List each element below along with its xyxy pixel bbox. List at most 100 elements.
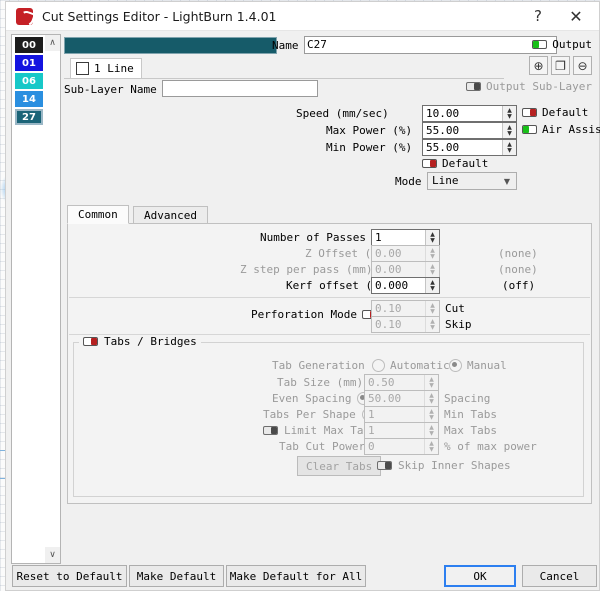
layer-list-scroll-down[interactable]: ∨ — [45, 547, 60, 563]
tabs-per-shape-label: Tabs Per Shape — [263, 408, 356, 421]
speed-default-toggle[interactable] — [522, 108, 537, 117]
z-step-label-wrap: Z step per pass (mm) — [240, 263, 372, 276]
perforation-skip-spinner: ▲▼ — [425, 317, 439, 332]
passes-spinner[interactable]: ▲▼ — [425, 230, 439, 245]
layer-chip-14[interactable]: 14 — [15, 91, 43, 107]
z-step-input: 0.00 ▲▼ — [371, 261, 440, 278]
speed-input[interactable]: 10.00 ▲▼ — [422, 105, 517, 122]
speed-label-wrap: Speed (mm/sec) — [296, 107, 389, 120]
max-power-spinner[interactable]: ▲▼ — [502, 123, 516, 138]
speed-spinner[interactable]: ▲▼ — [502, 106, 516, 121]
speed-default-label: Default — [542, 106, 588, 119]
layer-list[interactable]: ∧ 00 01 06 14 27 ∨ — [11, 34, 61, 564]
make-default-for-all-button[interactable]: Make Default for All — [226, 565, 366, 587]
cut-settings-editor-dialog: Cut Settings Editor - LightBurn 1.4.01 ?… — [5, 1, 600, 591]
output-toggle[interactable] — [532, 40, 547, 49]
output-sublayer-toggle[interactable] — [466, 82, 481, 91]
copy-sublayer-icon[interactable]: ❐ — [551, 56, 570, 75]
layer-name-input[interactable]: C27 — [304, 36, 557, 54]
kerf-spinner[interactable]: ▲▼ — [425, 278, 439, 293]
tabs-bridges-group: Tabs / Bridges Tab Generation Automatic … — [73, 342, 584, 497]
min-power-input[interactable]: 55.00 ▲▼ — [422, 139, 517, 156]
layer-chip-27[interactable]: 27 — [15, 109, 43, 125]
layer-list-scroll-up[interactable]: ∧ — [45, 35, 60, 51]
add-sublayer-icon[interactable]: ⊕ — [529, 56, 548, 75]
dialog-footer: Reset to Default Make Default Make Defau… — [9, 565, 596, 587]
percent-of-max-power-label: % of max power — [444, 440, 537, 453]
limit-max-tabs-toggle[interactable] — [263, 426, 278, 435]
tabs-per-shape-input: 1 ▲▼ — [364, 406, 439, 423]
z-offset-input: 0.00 ▲▼ — [371, 245, 440, 262]
skip-inner-shapes-row[interactable]: Skip Inner Shapes — [377, 459, 511, 472]
z-offset-spinner: ▲▼ — [425, 246, 439, 261]
automatic-radio-row[interactable]: Automatic — [372, 359, 450, 372]
tab-cut-power-label-wrap: Tab Cut Power — [279, 440, 365, 453]
air-assist-toggle[interactable] — [522, 125, 537, 134]
perforation-skip-input: 0.10 ▲▼ — [371, 316, 440, 333]
tab-common[interactable]: Common — [67, 205, 129, 224]
help-button[interactable]: ? — [521, 2, 555, 30]
even-spacing-row[interactable]: Even Spacing — [272, 392, 370, 405]
air-assist-row[interactable]: Air Assist — [522, 123, 600, 136]
max-tabs-label: Max Tabs — [444, 424, 497, 437]
max-power-value: 55.00 — [423, 123, 502, 138]
limit-max-tabs-row[interactable]: Limit Max Tabs — [263, 424, 377, 437]
automatic-radio[interactable] — [372, 359, 385, 372]
kerf-input[interactable]: 0.000 ▲▼ — [371, 277, 440, 294]
settings-tab-bar: Common Advanced — [67, 205, 592, 224]
perforation-cut-spinner: ▲▼ — [425, 301, 439, 316]
max-tabs-label-wrap: Max Tabs — [444, 424, 497, 437]
min-power-spinner[interactable]: ▲▼ — [502, 140, 516, 155]
sublayer-tab-bar: 1 Line — [64, 58, 504, 79]
mode-select[interactable]: Line ▼ — [427, 172, 517, 190]
tabs-per-shape-row[interactable]: Tabs Per Shape — [263, 408, 375, 421]
passes-label: Number of Passes — [260, 231, 366, 244]
spacing-label: Spacing — [444, 392, 490, 405]
limit-max-tabs-input: 1 ▲▼ — [364, 422, 439, 439]
mode-label: Mode — [395, 175, 422, 188]
remove-sublayer-icon[interactable]: ⊖ — [573, 56, 592, 75]
passes-label-wrap: Number of Passes — [260, 231, 366, 244]
tabs-per-shape-spinner: ▲▼ — [424, 407, 438, 422]
power-default-toggle[interactable] — [422, 159, 437, 168]
reset-to-default-button[interactable]: Reset to Default — [12, 565, 127, 587]
chevron-down-icon[interactable]: ▼ — [498, 177, 516, 186]
manual-radio-row[interactable]: Manual — [449, 359, 507, 372]
passes-input[interactable]: 1 ▲▼ — [371, 229, 440, 246]
z-step-note: (none) — [498, 263, 538, 276]
sublayer-name-input[interactable] — [162, 80, 318, 97]
air-assist-label: Air Assist — [542, 123, 600, 136]
layer-chip-01[interactable]: 01 — [15, 55, 43, 71]
power-default-row[interactable]: Default — [422, 157, 488, 170]
max-power-label: Max Power (%) — [326, 124, 412, 137]
max-power-input[interactable]: 55.00 ▲▼ — [422, 122, 517, 139]
sublayer-action-buttons: ⊕ ❐ ⊖ — [529, 56, 592, 75]
sublayer-tab-1-line[interactable]: 1 Line — [70, 58, 142, 78]
speed-default-row[interactable]: Default — [522, 106, 588, 119]
output-sublayer-toggle-row[interactable]: Output Sub-Layer — [466, 80, 592, 93]
close-button[interactable]: ✕ — [559, 2, 593, 30]
output-toggle-row[interactable]: Output — [532, 38, 592, 51]
perforation-row[interactable]: Perforation Mode — [251, 308, 377, 321]
speed-value: 10.00 — [423, 106, 502, 121]
cancel-button[interactable]: Cancel — [522, 565, 597, 587]
tabs-bridges-title[interactable]: Tabs / Bridges — [79, 335, 201, 348]
mode-label-wrap: Mode — [395, 175, 422, 188]
dialog-body: ∧ 00 01 06 14 27 ∨ Name C27 Output 1 Lin… — [6, 31, 599, 593]
even-spacing-value: 50.00 — [365, 391, 424, 406]
layer-chip-00[interactable]: 00 — [15, 37, 43, 53]
tabs-bridges-toggle[interactable] — [83, 337, 98, 346]
ok-button[interactable]: OK — [444, 565, 516, 587]
manual-radio[interactable] — [449, 359, 462, 372]
clear-tabs-button[interactable]: Clear Tabs — [297, 456, 381, 476]
tab-size-value: 0.50 — [365, 375, 424, 390]
tab-size-label: Tab Size (mm) — [277, 376, 363, 389]
tabs-bridges-label: Tabs / Bridges — [104, 335, 197, 348]
kerf-note-wrap: (off) — [502, 279, 535, 292]
title-bar: Cut Settings Editor - LightBurn 1.4.01 ?… — [6, 2, 599, 31]
tab-advanced[interactable]: Advanced — [133, 206, 208, 224]
layer-chip-06[interactable]: 06 — [15, 73, 43, 89]
make-default-button[interactable]: Make Default — [129, 565, 224, 587]
sublayer-checkbox[interactable] — [76, 62, 89, 75]
skip-inner-shapes-toggle[interactable] — [377, 461, 392, 470]
